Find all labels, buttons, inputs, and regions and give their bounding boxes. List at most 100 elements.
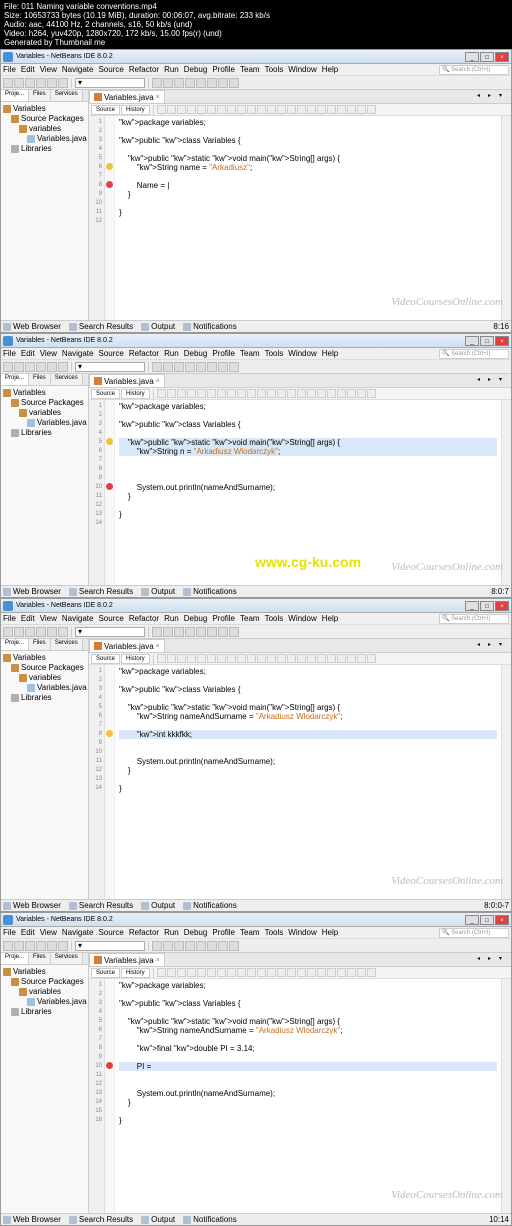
toolbar-button[interactable] bbox=[185, 362, 195, 372]
menu-edit[interactable]: Edit bbox=[21, 65, 35, 74]
code-line[interactable]: "kw">String n = "Arkadiusz Wlodarczyk"; bbox=[119, 447, 497, 456]
editor-toolbar-button[interactable] bbox=[177, 105, 186, 114]
editor-toolbar-button[interactable] bbox=[217, 968, 226, 977]
tab-files[interactable]: Files bbox=[29, 374, 51, 385]
toolbar-button[interactable] bbox=[218, 78, 228, 88]
editor-toolbar-button[interactable] bbox=[297, 105, 306, 114]
toolbar-button[interactable] bbox=[58, 627, 68, 637]
menu-view[interactable]: View bbox=[40, 349, 57, 358]
editor-toolbar-button[interactable] bbox=[277, 389, 286, 398]
editor-toolbar-button[interactable] bbox=[197, 654, 206, 663]
tab-projects[interactable]: Proje... bbox=[1, 90, 29, 101]
maximize-button[interactable]: □ bbox=[480, 52, 494, 62]
menu-profile[interactable]: Profile bbox=[212, 614, 235, 623]
tab-scroll-left-icon[interactable]: ◂ bbox=[477, 376, 487, 386]
code-line[interactable]: "kw">String nameAndSurname = "Arkadiusz … bbox=[119, 1026, 497, 1035]
lightbulb-icon[interactable] bbox=[106, 730, 113, 737]
toolbar-button[interactable] bbox=[152, 362, 162, 372]
toolbar-button[interactable] bbox=[58, 941, 68, 951]
status-search results[interactable]: Search Results bbox=[69, 322, 133, 331]
editor-toolbar-button[interactable] bbox=[187, 654, 196, 663]
menu-file[interactable]: File bbox=[3, 65, 16, 74]
editor-toolbar-button[interactable] bbox=[277, 654, 286, 663]
code-line[interactable] bbox=[119, 474, 497, 483]
menu-team[interactable]: Team bbox=[240, 614, 260, 623]
editor-toolbar-button[interactable] bbox=[277, 105, 286, 114]
menu-tools[interactable]: Tools bbox=[265, 614, 284, 623]
editor-toolbar-button[interactable] bbox=[237, 968, 246, 977]
tab-close-icon[interactable]: × bbox=[156, 94, 160, 101]
error-marker-icon[interactable] bbox=[106, 483, 113, 490]
code-line[interactable] bbox=[119, 1071, 497, 1080]
code-line[interactable]: } bbox=[119, 1116, 497, 1125]
tree-root[interactable]: Variables bbox=[3, 967, 86, 977]
toolbar-button[interactable] bbox=[196, 362, 206, 372]
toolbar-button[interactable] bbox=[47, 362, 57, 372]
editor-tab-variables[interactable]: Variables.java × bbox=[89, 374, 165, 387]
editor-toolbar-button[interactable] bbox=[237, 654, 246, 663]
menu-run[interactable]: Run bbox=[164, 614, 179, 623]
editor-toolbar-button[interactable] bbox=[367, 654, 376, 663]
menu-debug[interactable]: Debug bbox=[184, 65, 208, 74]
editor-toolbar-button[interactable] bbox=[257, 105, 266, 114]
vertical-scrollbar[interactable] bbox=[501, 400, 511, 585]
code-line[interactable] bbox=[119, 199, 497, 208]
source-tab[interactable]: Source bbox=[91, 654, 120, 664]
menu-tools[interactable]: Tools bbox=[265, 928, 284, 937]
editor-toolbar-button[interactable] bbox=[297, 968, 306, 977]
project-tree[interactable]: Variables Source Packages variables Vari… bbox=[1, 386, 88, 440]
status-notifications[interactable]: Notifications bbox=[183, 322, 237, 331]
menu-run[interactable]: Run bbox=[164, 928, 179, 937]
code-line[interactable]: } bbox=[119, 208, 497, 217]
tab-scroll-right-icon[interactable]: ▸ bbox=[488, 641, 498, 651]
close-button[interactable]: × bbox=[495, 601, 509, 611]
editor-toolbar-button[interactable] bbox=[307, 105, 316, 114]
code-line[interactable] bbox=[119, 775, 497, 784]
editor-toolbar-button[interactable] bbox=[167, 389, 176, 398]
minimize-button[interactable]: _ bbox=[465, 52, 479, 62]
tab-files[interactable]: Files bbox=[29, 90, 51, 101]
tab-list-icon[interactable]: ▾ bbox=[499, 92, 509, 102]
source-tab[interactable]: Source bbox=[91, 968, 120, 978]
editor-toolbar-button[interactable] bbox=[337, 105, 346, 114]
code-line[interactable] bbox=[119, 519, 497, 528]
editor-toolbar-button[interactable] bbox=[207, 389, 216, 398]
toolbar-button[interactable] bbox=[174, 362, 184, 372]
code-content[interactable]: "kw">package variables;"kw">public "kw">… bbox=[115, 116, 501, 320]
editor-toolbar-button[interactable] bbox=[297, 654, 306, 663]
editor-toolbar-button[interactable] bbox=[317, 968, 326, 977]
toolbar-button[interactable] bbox=[47, 78, 57, 88]
editor-toolbar-button[interactable] bbox=[347, 105, 356, 114]
editor-toolbar-button[interactable] bbox=[257, 654, 266, 663]
menu-window[interactable]: Window bbox=[288, 349, 316, 358]
status-notifications[interactable]: Notifications bbox=[183, 901, 237, 910]
menu-navigate[interactable]: Navigate bbox=[62, 65, 94, 74]
tab-projects[interactable]: Proje... bbox=[1, 953, 29, 964]
status-output[interactable]: Output bbox=[141, 587, 175, 596]
maximize-button[interactable]: □ bbox=[480, 336, 494, 346]
editor-toolbar-button[interactable] bbox=[287, 105, 296, 114]
code-line[interactable]: Name = | bbox=[119, 181, 497, 190]
editor-toolbar-button[interactable] bbox=[337, 654, 346, 663]
editor-toolbar-button[interactable] bbox=[327, 389, 336, 398]
toolbar-button[interactable] bbox=[196, 78, 206, 88]
source-tab[interactable]: Source bbox=[91, 389, 120, 399]
tree-libraries[interactable]: Libraries bbox=[3, 144, 86, 154]
code-line[interactable]: } bbox=[119, 510, 497, 519]
tab-close-icon[interactable]: × bbox=[156, 957, 160, 964]
toolbar-button[interactable] bbox=[36, 627, 46, 637]
editor-toolbar-button[interactable] bbox=[357, 105, 366, 114]
code-line[interactable] bbox=[119, 739, 497, 748]
toolbar-button[interactable] bbox=[185, 941, 195, 951]
tab-services[interactable]: Services bbox=[51, 90, 83, 101]
editor-toolbar-button[interactable] bbox=[207, 968, 216, 977]
maximize-button[interactable]: □ bbox=[480, 601, 494, 611]
history-tab[interactable]: History bbox=[121, 654, 150, 664]
toolbar-button[interactable] bbox=[47, 627, 57, 637]
toolbar-button[interactable] bbox=[163, 362, 173, 372]
toolbar-button[interactable] bbox=[36, 362, 46, 372]
editor-toolbar-button[interactable] bbox=[317, 105, 326, 114]
editor-toolbar-button[interactable] bbox=[167, 105, 176, 114]
tree-package[interactable]: variables bbox=[3, 124, 86, 134]
editor-toolbar-button[interactable] bbox=[177, 389, 186, 398]
